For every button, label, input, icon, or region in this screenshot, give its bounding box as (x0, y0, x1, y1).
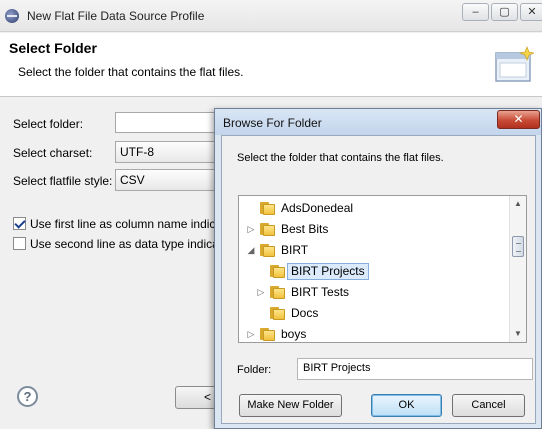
first-line-checkbox-label: Use first line as column name indic (30, 217, 216, 231)
expand-arrow-icon[interactable]: ▷ (256, 287, 266, 297)
tree-item-label: BIRT (281, 243, 309, 257)
scroll-up-arrow-icon[interactable]: ▲ (510, 196, 526, 212)
help-icon[interactable]: ? (17, 386, 38, 407)
tree-item-boys[interactable]: ▷ boys (239, 324, 510, 342)
scrollbar-thumb[interactable] (512, 236, 524, 257)
tree-item-birt-projects[interactable]: BIRT Projects (239, 261, 510, 282)
outer-close-button[interactable]: ✕ (520, 3, 542, 21)
dialog-description: Select the folder that contains the flat… (237, 152, 444, 164)
tree-item-label: boys (281, 327, 307, 341)
maximize-button[interactable]: ▢ (491, 3, 518, 21)
expand-arrow-icon[interactable]: ▷ (246, 329, 256, 339)
folder-field-label: Folder: (237, 364, 272, 376)
dialog-body: Select the folder that contains the flat… (221, 135, 536, 424)
select-folder-label: Select folder: (13, 117, 84, 131)
tree-item-birt[interactable]: ◢ BIRT (239, 240, 510, 261)
charset-select[interactable]: UTF-8 (115, 141, 225, 163)
tree-item-label: Docs (291, 306, 319, 320)
tree-vertical-scrollbar[interactable]: ▲ ▼ (509, 196, 526, 342)
collapse-arrow-icon[interactable]: ◢ (246, 245, 256, 255)
folder-tree[interactable]: AdsDonedeal ▷ Best Bits ◢ BIRT BIRT Proj… (238, 195, 527, 343)
make-new-folder-button[interactable]: Make New Folder (239, 394, 342, 417)
tree-item-adsdonedeal[interactable]: AdsDonedeal (239, 198, 510, 219)
scroll-down-arrow-icon[interactable]: ▼ (510, 326, 526, 342)
flatfile-style-select[interactable]: CSV (115, 169, 225, 191)
folder-icon (270, 285, 285, 299)
ok-button[interactable]: OK (371, 394, 442, 417)
wizard-banner-icon (495, 46, 534, 82)
tree-item-best-bits[interactable]: ▷ Best Bits (239, 219, 510, 240)
folder-icon (270, 264, 285, 278)
minimize-button[interactable]: – (462, 3, 489, 21)
folder-icon (260, 222, 275, 236)
first-line-column-names-option[interactable]: Use first line as column name indic (13, 217, 215, 231)
dialog-close-button[interactable]: ✕ (497, 110, 540, 129)
dialog-title-bar: Browse For Folder ✕ (215, 109, 541, 135)
folder-icon (260, 201, 275, 215)
tree-item-birt-tests[interactable]: ▷ BIRT Tests (239, 282, 510, 303)
flatfile-style-label: Select flatfile style: (13, 174, 113, 188)
folder-icon (270, 306, 285, 320)
tree-item-label: BIRT Tests (291, 285, 350, 299)
dialog-title: Browse For Folder (223, 116, 322, 130)
select-charset-label: Select charset: (13, 146, 93, 160)
eclipse-app-icon (5, 9, 19, 23)
outer-title-bar: New Flat File Data Source Profile – ▢ ✕ (0, 0, 542, 32)
second-line-data-type-option[interactable]: Use second line as data type indicat (13, 237, 222, 251)
folder-icon (260, 243, 275, 257)
tree-item-label-selected: BIRT Projects (287, 263, 369, 280)
select-folder-input[interactable] (115, 112, 225, 133)
folder-icon (260, 327, 275, 341)
outer-window-title: New Flat File Data Source Profile (27, 9, 205, 23)
cancel-button[interactable]: Cancel (452, 394, 525, 417)
folder-field-input[interactable]: BIRT Projects (297, 358, 533, 380)
browse-for-folder-dialog: Browse For Folder ✕ Select the folder th… (214, 108, 542, 429)
expand-arrow-icon[interactable]: ▷ (246, 224, 256, 234)
second-line-checkbox[interactable] (13, 237, 26, 250)
second-line-checkbox-label: Use second line as data type indicat (30, 237, 223, 251)
wizard-page-title: Select Folder (9, 40, 97, 56)
tree-item-label: AdsDonedeal (281, 201, 354, 215)
tree-item-label: Best Bits (281, 222, 329, 236)
wizard-header: Select Folder Select the folder that con… (0, 33, 542, 97)
tree-item-docs[interactable]: Docs (239, 303, 510, 324)
wizard-page-description: Select the folder that contains the flat… (18, 65, 244, 79)
first-line-checkbox[interactable] (13, 217, 26, 230)
